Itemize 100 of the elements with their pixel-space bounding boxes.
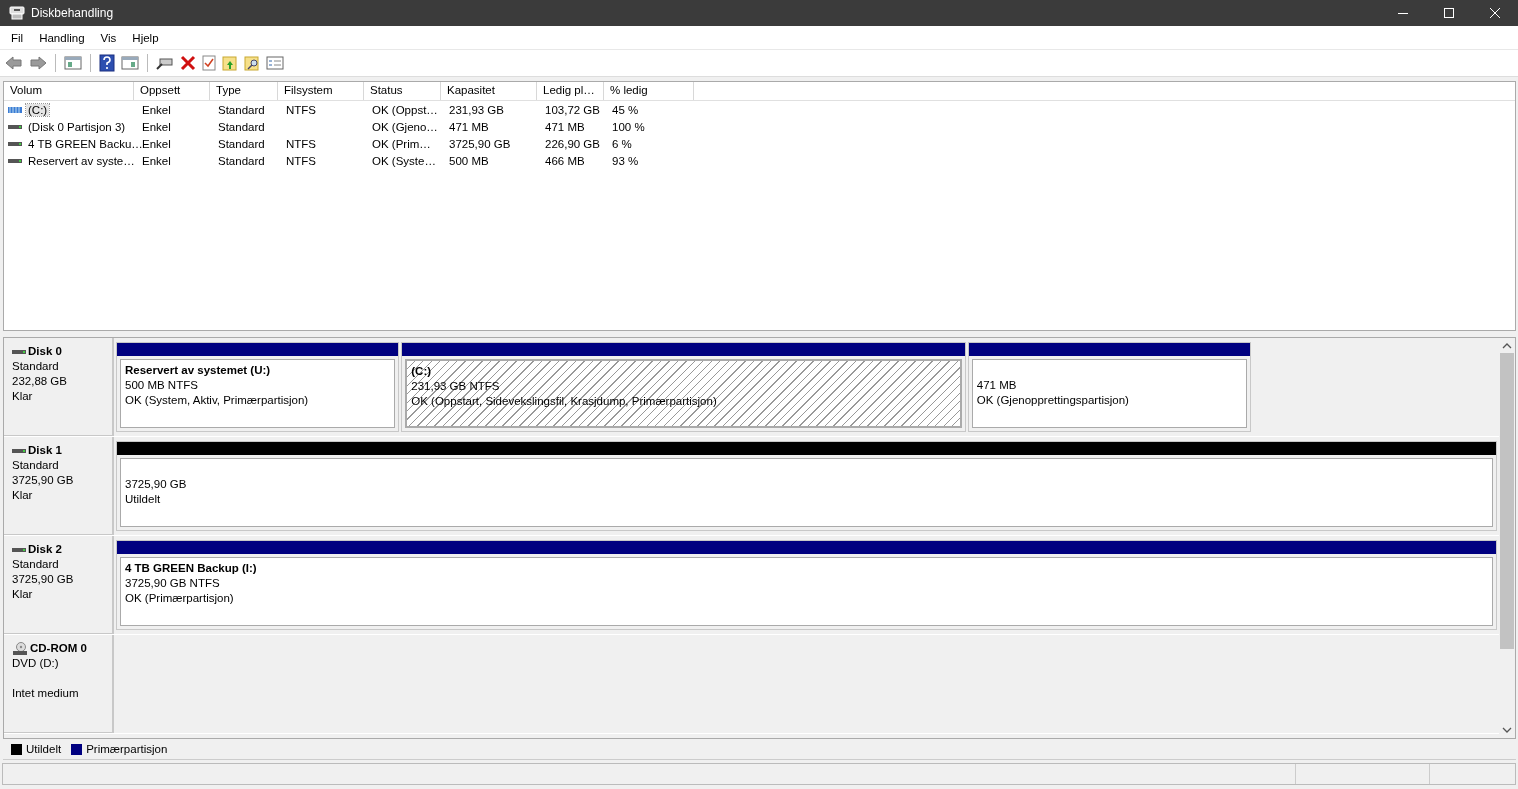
disk-info: Standard xyxy=(12,359,60,374)
table-cell-text: OK (Syste… xyxy=(371,154,437,167)
scroll-up-icon[interactable] xyxy=(1502,342,1512,350)
partition-info: 231,93 GB NTFS xyxy=(411,379,500,394)
disk-label-panel[interactable]: Disk 0 Standard 232,88 GB Klar xyxy=(4,338,114,436)
delete-icon[interactable] xyxy=(180,55,196,71)
window-title: Diskbehandling xyxy=(31,6,114,20)
checklist-icon[interactable] xyxy=(202,55,216,71)
partition-info: 3725,90 GB xyxy=(125,477,187,492)
partition-block[interactable]: Reservert av systemet (U:) 500 MB NTFS OK (System, Aktiv, Primærpartisjon) xyxy=(116,342,400,432)
partition-title: 4 TB GREEN Backup (I:) xyxy=(125,561,257,576)
table-cell-text: Standard xyxy=(217,120,266,133)
back-arrow-icon[interactable] xyxy=(5,55,23,71)
table-cell-text: 45 % xyxy=(611,103,640,116)
disk-info: Klar xyxy=(12,389,34,404)
partition-block[interactable]: 471 MB OK (Gjenopprettingspartisjon) xyxy=(967,342,1251,432)
column-header[interactable]: Ledig pl… xyxy=(537,82,604,100)
disk-label-panel[interactable]: CD-ROM 0 DVD (D:) Intet medium xyxy=(4,635,114,733)
disk-name: Disk 1 xyxy=(28,443,62,458)
disk-info: Standard xyxy=(12,557,60,572)
table-cell-text: 226,90 GB xyxy=(544,137,601,150)
partition-info: OK (System, Aktiv, Primærpartisjon) xyxy=(125,393,309,408)
disk-label-panel[interactable]: Disk 1 Standard 3725,90 GB Klar xyxy=(4,437,114,535)
menu-item[interactable]: Vis xyxy=(92,29,125,46)
forward-arrow-icon[interactable] xyxy=(29,55,47,71)
column-header[interactable]: Kapasitet xyxy=(441,82,537,100)
disk-label-panel[interactable]: Disk 2 Standard 3725,90 GB Klar xyxy=(4,536,114,634)
scroll-thumb[interactable] xyxy=(1500,353,1514,649)
table-cell-text: 466 MB xyxy=(544,154,586,167)
table-cell-text: 103,72 GB xyxy=(544,103,601,116)
table-cell-text: 3725,90 GB xyxy=(448,137,512,150)
disk-info: 3725,90 GB xyxy=(12,473,75,488)
drive-icon xyxy=(12,447,26,454)
column-header[interactable]: Type xyxy=(210,82,278,100)
table-cell-text: 471 MB xyxy=(544,120,586,133)
table-cell-text: NTFS xyxy=(285,154,318,167)
table-cell-text: Enkel xyxy=(141,120,172,133)
menu-item[interactable]: Hjelp xyxy=(124,29,167,46)
table-cell-text: OK (Prim… xyxy=(371,137,432,150)
table-cell-text: NTFS xyxy=(285,103,318,116)
partition-info: OK (Primærpartisjon) xyxy=(125,591,234,606)
disk-management-icon xyxy=(9,5,25,21)
volume-name[interactable]: (Disk 0 Partisjon 3) xyxy=(26,120,128,133)
partition-block[interactable]: 4 TB GREEN Backup (I:) 3725,90 GB NTFS OK (Primærpartisjon) xyxy=(116,540,1497,630)
table-cell-text: Standard xyxy=(217,154,266,167)
partition-info: OK (Gjenopprettingspartisjon) xyxy=(976,393,1129,408)
maximize-icon xyxy=(1444,8,1454,18)
properties-icon[interactable] xyxy=(266,55,284,71)
table-cell-text: Enkel xyxy=(141,103,172,116)
table-cell-text: Standard xyxy=(217,103,266,116)
legend-label: Utildelt xyxy=(26,743,62,755)
column-header[interactable]: Oppsett xyxy=(134,82,210,100)
column-header[interactable]: Status xyxy=(364,82,441,100)
optical-drive-icon xyxy=(12,641,28,656)
table-cell-text: OK (Gjeno… xyxy=(371,120,439,133)
column-header[interactable]: Volum xyxy=(4,82,134,100)
table-cell-text: OK (Oppst… xyxy=(371,103,439,116)
table-cell-text: Standard xyxy=(217,137,266,150)
disk-name: Disk 0 xyxy=(28,344,62,359)
partition-info: 500 MB NTFS xyxy=(125,378,198,393)
legend-label: Primærpartisjon xyxy=(86,743,168,755)
folder-up-icon[interactable] xyxy=(222,55,238,71)
scroll-down-icon[interactable] xyxy=(1502,726,1512,734)
disk-info: Klar xyxy=(12,488,34,503)
disk-info: 3725,90 GB xyxy=(12,572,75,587)
partition-block[interactable]: 3725,90 GB Utildelt xyxy=(116,441,1497,531)
partition-info: 471 MB xyxy=(976,378,1017,393)
table-cell-text: 6 % xyxy=(611,137,633,150)
disk-info: 232,88 GB xyxy=(12,374,68,389)
partition-block[interactable]: (C:) 231,93 GB NTFS OK (Oppstart, Sidevekslingsfil, Krasjdump, Primærpartisjon) xyxy=(401,342,966,432)
table-cell-text: Enkel xyxy=(142,137,172,150)
volume-name[interactable]: Reservert av syste… xyxy=(26,154,137,167)
disk-info: DVD (D:) xyxy=(12,656,60,671)
disk-name: CD-ROM 0 xyxy=(30,641,87,656)
partition-title: (C:) xyxy=(411,364,432,379)
table-cell-text: NTFS xyxy=(285,137,318,150)
partition-info: OK (Oppstart, Sidevekslingsfil, Krasjdump, Primærpartisjon) xyxy=(411,394,717,409)
striped-volume-icon xyxy=(8,105,22,114)
disk-info: Intet medium xyxy=(12,686,80,701)
table-cell-text: 93 % xyxy=(611,154,640,167)
panel-icon[interactable] xyxy=(121,55,139,71)
table-cell-text: 471 MB xyxy=(448,120,490,133)
table-cell-text: 500 MB xyxy=(448,154,490,167)
partition-info: 3725,90 GB NTFS xyxy=(125,576,220,591)
column-header[interactable]: Filsystem xyxy=(278,82,364,100)
column-header[interactable]: % ledig xyxy=(604,82,694,100)
table-cell-text: Enkel xyxy=(141,154,172,167)
drive-icon xyxy=(12,546,26,553)
panel-icon[interactable] xyxy=(64,55,82,71)
partition-info: Utildelt xyxy=(125,492,161,507)
help-icon[interactable] xyxy=(99,54,115,72)
folder-search-icon[interactable] xyxy=(244,55,260,71)
drive-icon xyxy=(12,348,26,355)
disk-name: Disk 2 xyxy=(28,542,62,557)
disk-info: Klar xyxy=(12,587,34,602)
connect-icon[interactable] xyxy=(156,55,174,71)
menu-item[interactable]: Fil xyxy=(3,29,32,46)
menu-item[interactable]: Handling xyxy=(31,29,93,46)
volume-name[interactable]: (C:) xyxy=(26,103,50,116)
close-icon xyxy=(1490,8,1500,18)
